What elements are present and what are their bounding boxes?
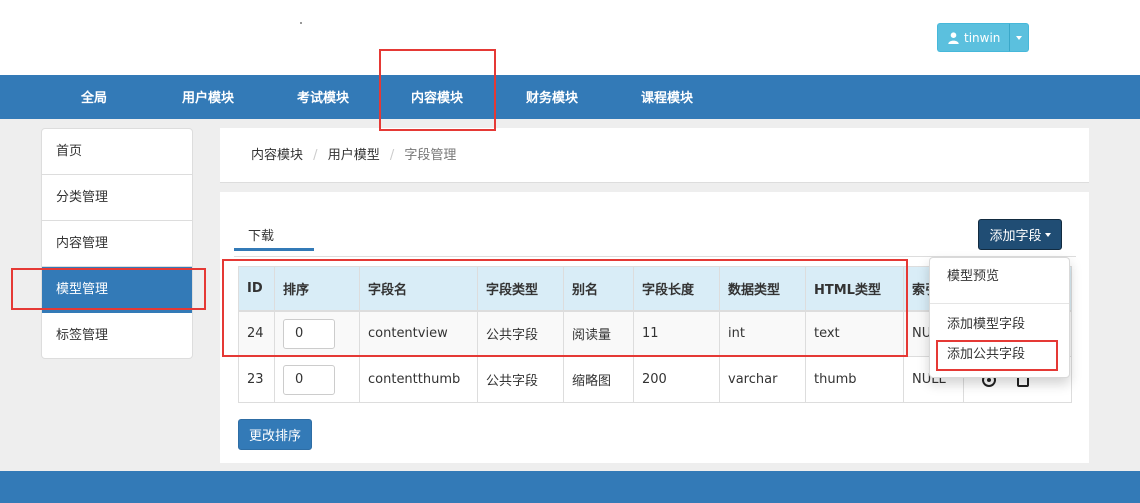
breadcrumb-item-content-module[interactable]: 内容模块 (251, 148, 303, 163)
caret-down-icon (1044, 232, 1051, 237)
header-dot (300, 22, 302, 24)
cell-html-type: thumb (805, 356, 904, 403)
add-field-label: 添加字段 (989, 229, 1042, 244)
nav-item-exam[interactable]: 考试模块 (285, 75, 361, 119)
user-name: tinwin (964, 30, 1001, 45)
breadcrumb-separator: / (389, 148, 395, 163)
sidebar-item-tags[interactable]: 标签管理 (42, 313, 192, 358)
annotation-box-nav-content (379, 49, 496, 131)
change-order-button[interactable]: 更改排序 (238, 419, 312, 450)
caret-down-icon (1016, 35, 1023, 40)
cell-id: 23 (238, 356, 275, 403)
cell-field-type: 公共字段 (477, 356, 564, 403)
breadcrumb: 内容模块 / 用户模型 / 字段管理 (251, 128, 456, 183)
tab-download[interactable]: 下载 (234, 219, 314, 251)
nav-item-course[interactable]: 课程模块 (629, 75, 705, 119)
breadcrumb-item-field-management: 字段管理 (404, 148, 457, 163)
breadcrumb-panel: 内容模块 / 用户模型 / 字段管理 (220, 128, 1089, 183)
cell-alias: 缩略图 (563, 356, 634, 403)
breadcrumb-item-user-model[interactable]: 用户模型 (328, 148, 380, 163)
cell-order (274, 356, 360, 403)
order-input[interactable] (283, 364, 335, 395)
dropdown-item-model-preview[interactable]: 模型预览 (930, 263, 1069, 291)
breadcrumb-separator: / (313, 148, 318, 163)
sidebar-item-content[interactable]: 内容管理 (42, 221, 192, 267)
top-header: tinwin (0, 0, 1140, 75)
cell-field-name: contentthumb (359, 356, 478, 403)
annotation-box-add-public-field (936, 340, 1058, 371)
sidebar-item-category[interactable]: 分类管理 (42, 175, 192, 221)
user-dropdown-toggle[interactable] (1009, 23, 1030, 52)
nav-item-finance[interactable]: 财务模块 (514, 75, 590, 119)
annotation-box-table-row (222, 259, 908, 357)
main-navbar: 全局 用户模块 考试模块 内容模块 财务模块 课程模块 (0, 75, 1140, 119)
user-icon (948, 31, 959, 44)
nav-item-user[interactable]: 用户模块 (170, 75, 246, 119)
sidebar: 首页 分类管理 内容管理 模型管理 标签管理 (41, 128, 193, 359)
nav-item-global[interactable]: 全局 (58, 75, 130, 119)
cell-data-type: varchar (719, 356, 806, 403)
user-button[interactable]: tinwin (937, 23, 1010, 52)
dropdown-item-add-model-field[interactable]: 添加模型字段 (930, 311, 1069, 339)
dropdown-divider (930, 303, 1069, 304)
cell-length: 200 (633, 356, 720, 403)
footer-bar (0, 471, 1140, 503)
annotation-box-sidebar-model (11, 268, 206, 310)
add-field-button[interactable]: 添加字段 (978, 219, 1062, 250)
sidebar-item-home[interactable]: 首页 (42, 129, 192, 175)
user-menu-group[interactable]: tinwin (937, 23, 1030, 52)
